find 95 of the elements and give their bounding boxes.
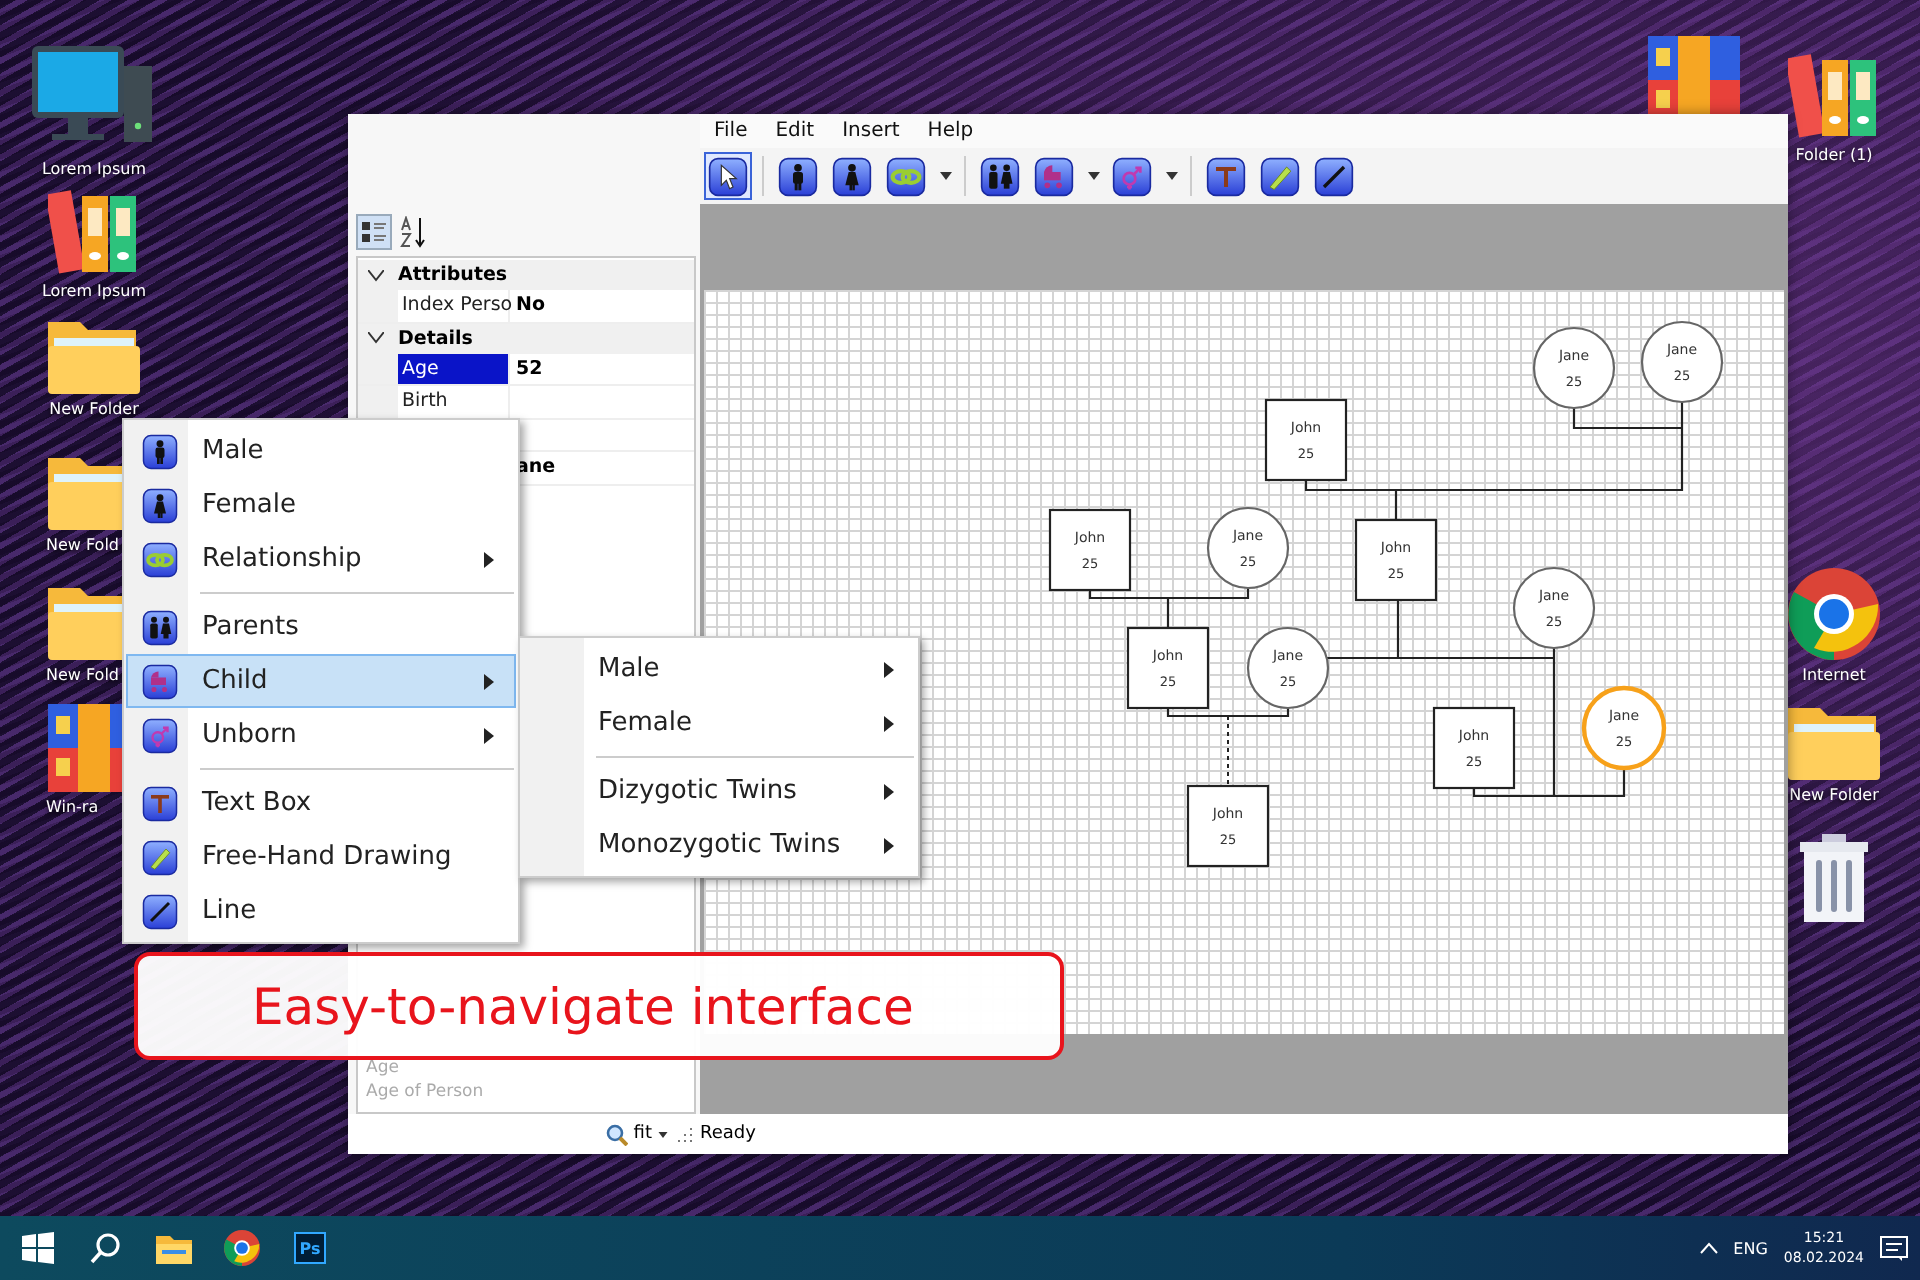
language-indicator[interactable]: ENG xyxy=(1733,1239,1768,1257)
property-name[interactable]: Index Perso xyxy=(398,290,510,321)
submenu-arrow-icon xyxy=(884,661,894,677)
menu-item[interactable]: Monozygotic Twins xyxy=(522,818,916,872)
desktop-icon-label[interactable]: Lorem Ipsum xyxy=(41,282,147,300)
menu-item[interactable]: Relationship xyxy=(126,532,516,586)
desktop-icon-label[interactable]: Win-ra xyxy=(46,798,99,816)
menu-item[interactable]: Free-Hand Drawing xyxy=(126,830,516,884)
tool-button[interactable] xyxy=(882,152,930,200)
rings-icon xyxy=(886,155,926,197)
browser-icon xyxy=(1788,568,1880,660)
menu-bar-item[interactable]: Help xyxy=(917,120,984,142)
photoshop-button[interactable]: Ps xyxy=(294,1232,326,1264)
binders-icon xyxy=(48,184,140,276)
tool-button[interactable] xyxy=(1108,152,1156,200)
sort-az-icon xyxy=(400,216,428,248)
stroller-icon xyxy=(1034,155,1074,197)
menu-bar-item[interactable]: Edit xyxy=(765,120,825,142)
status-text: Ready xyxy=(700,1124,756,1144)
pointer-icon xyxy=(708,155,748,197)
male-icon xyxy=(778,155,818,197)
menu-item[interactable]: Parents xyxy=(126,600,516,654)
menu-item[interactable]: Line xyxy=(126,884,516,938)
female-icon xyxy=(832,155,872,197)
menu-item[interactable]: Text Box xyxy=(126,776,516,830)
desktop-icon-label[interactable]: Internet xyxy=(1802,666,1866,684)
notification-icon[interactable] xyxy=(1880,1235,1908,1261)
desktop-icon-label[interactable]: New Folder xyxy=(1789,786,1879,804)
female-icon xyxy=(142,487,178,523)
caret-icon xyxy=(1087,172,1099,180)
gender-symbol-icon xyxy=(142,717,178,753)
tool-button[interactable] xyxy=(828,152,876,200)
windows-logo-icon xyxy=(22,1232,54,1264)
category-row[interactable]: Attributes xyxy=(358,260,694,290)
menu-item[interactable]: Male xyxy=(522,642,916,696)
category-row[interactable]: Details xyxy=(358,323,694,353)
folder-icon xyxy=(156,1233,192,1263)
menu-bar-item[interactable]: File xyxy=(704,120,758,142)
caret-icon xyxy=(1165,172,1177,180)
desktop-icon-label[interactable]: Folder (1) xyxy=(1795,146,1873,164)
trash-icon xyxy=(1798,834,1870,922)
menu-item[interactable]: Dizygotic Twins xyxy=(522,764,916,818)
gender-symbol-icon xyxy=(1112,155,1152,197)
dotted-line xyxy=(1227,715,1229,787)
couple-icon xyxy=(980,155,1020,197)
property-name[interactable]: Age xyxy=(398,353,510,384)
letter-icon xyxy=(1206,155,1246,197)
tool-button[interactable] xyxy=(1202,152,1250,200)
menu-item[interactable]: Female xyxy=(126,478,516,532)
categorized-view-button[interactable] xyxy=(356,214,392,250)
description-title: Age xyxy=(366,1058,401,1078)
chevron-up-icon[interactable] xyxy=(1699,1242,1718,1254)
property-value[interactable]: 52 xyxy=(510,353,694,384)
tool-button[interactable] xyxy=(704,152,752,200)
menu-item[interactable]: Female xyxy=(522,696,916,750)
letter-icon xyxy=(142,785,178,821)
submenu-arrow-icon xyxy=(884,837,894,853)
tool-button[interactable] xyxy=(1030,152,1078,200)
binders-icon xyxy=(1788,48,1880,140)
property-value[interactable]: No xyxy=(510,290,694,321)
list-icon xyxy=(360,218,388,246)
tool-button[interactable] xyxy=(774,152,822,200)
caption-banner: Easy-to-navigate interface xyxy=(134,952,1064,1060)
stroller-icon xyxy=(142,663,178,699)
caret-icon xyxy=(658,1131,668,1137)
category-name: Attributes xyxy=(398,264,508,286)
submenu-arrow-icon xyxy=(884,783,894,799)
category-name: Details xyxy=(398,327,473,349)
pencil-icon xyxy=(142,839,178,875)
tool-button[interactable] xyxy=(1310,152,1358,200)
menu-item[interactable]: Male xyxy=(126,424,516,478)
male-icon xyxy=(142,433,178,469)
description-text: Age of Person xyxy=(366,1082,486,1102)
desktop-icon-label[interactable]: New Folder xyxy=(49,400,139,418)
couple-icon xyxy=(142,609,178,645)
submenu-arrow-icon xyxy=(484,551,494,567)
magnifier-icon xyxy=(605,1123,628,1145)
submenu-arrow-icon xyxy=(884,715,894,731)
tool-button[interactable] xyxy=(976,152,1024,200)
pencil-icon xyxy=(1260,155,1300,197)
submenu-arrow-icon xyxy=(484,727,494,743)
rings-icon xyxy=(142,541,178,577)
resize-grip-icon xyxy=(676,1126,692,1142)
menu-item[interactable]: Unborn xyxy=(126,708,516,762)
caret-icon xyxy=(939,172,951,180)
tool-button[interactable] xyxy=(1256,152,1304,200)
browser-icon xyxy=(224,1230,260,1266)
submenu-arrow-icon xyxy=(484,673,494,689)
menu-bar-item[interactable]: Insert xyxy=(832,120,910,142)
desktop-icon-label[interactable]: Lorem Ipsum xyxy=(41,160,147,178)
zoom-dropdown[interactable]: fit xyxy=(605,1123,668,1145)
menu-item[interactable]: Child xyxy=(126,654,516,708)
desktop-icon-label[interactable]: New Fold xyxy=(46,666,120,684)
desktop-icon-label[interactable]: New Fold xyxy=(46,536,120,554)
search-icon xyxy=(90,1232,122,1264)
